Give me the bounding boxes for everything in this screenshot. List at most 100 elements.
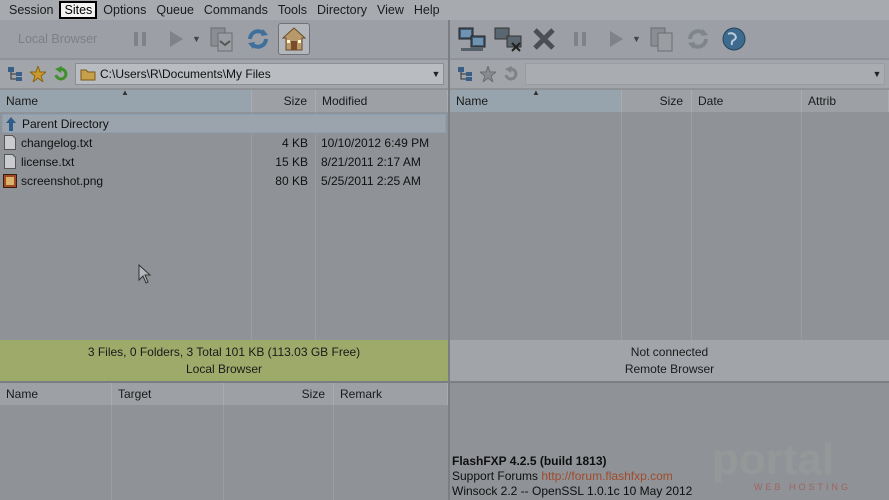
remote-status-bar: Not connected Remote Browser [450, 340, 889, 382]
local-path-input[interactable]: C:\Users\R\Documents\My Files ▼ [75, 63, 444, 85]
grid-line [621, 112, 622, 340]
menu-tools[interactable]: Tools [273, 1, 312, 19]
table-row[interactable]: screenshot.png 80 KB 5/25/2011 2:25 AM [2, 171, 446, 190]
disconnect-button[interactable] [492, 23, 524, 55]
menu-session[interactable]: Session [4, 1, 58, 19]
home-icon [281, 27, 307, 51]
table-row[interactable]: license.txt 15 KB 8/21/2011 2:17 AM [2, 152, 446, 171]
remote-status-summary: Not connected [630, 345, 709, 359]
remote-pause-button[interactable] [564, 23, 596, 55]
local-col-size[interactable]: Size [252, 90, 316, 112]
file-modified: 10/10/2012 6:49 PM [321, 135, 430, 150]
menu-options[interactable]: Options [98, 1, 151, 19]
remote-transfer-dropdown-icon[interactable]: ▼ [632, 34, 641, 44]
remote-file-list[interactable]: Name ▲ Size Date Attrib [450, 88, 889, 340]
tree-view-icon [458, 67, 472, 81]
menu-view[interactable]: View [372, 1, 409, 19]
grid-line [333, 405, 334, 500]
file-size: 4 KB [281, 135, 308, 150]
remote-tree-view-button[interactable] [456, 65, 474, 83]
local-browser-button[interactable]: Local Browser [6, 32, 124, 46]
remote-refresh-button[interactable] [682, 23, 714, 55]
queue-col-remark[interactable]: Remark [334, 383, 448, 405]
back-arrow-icon [504, 66, 518, 81]
menu-queue[interactable]: Queue [151, 1, 199, 19]
file-name: license.txt [21, 154, 75, 169]
refresh-icon [248, 29, 268, 49]
remote-favorites-button[interactable] [479, 65, 497, 83]
menu-help[interactable]: Help [409, 1, 445, 19]
grid-line [691, 112, 692, 340]
log-line-version: FlashFXP 4.2.5 (build 1813) [452, 454, 607, 468]
file-size: 80 KB [275, 173, 308, 188]
connect-computers-icon [458, 27, 486, 51]
remote-status-label: Remote Browser [624, 362, 715, 376]
connect-button[interactable] [456, 23, 488, 55]
file-modified: 5/25/2011 2:25 AM [321, 173, 421, 188]
folder-icon [80, 69, 96, 81]
play-icon [170, 31, 183, 47]
tree-view-icon [8, 67, 22, 81]
abort-button[interactable] [528, 23, 560, 55]
queue-col-name[interactable]: Name [0, 383, 112, 405]
sort-ascending-icon: ▲ [121, 88, 129, 97]
queue-list[interactable]: Name Target Size Remark [0, 383, 448, 500]
local-file-list[interactable]: Name ▲ Size Modified Parent Directory ch… [0, 88, 448, 340]
menu-directory[interactable]: Directory [312, 1, 372, 19]
refresh-button[interactable] [242, 23, 274, 55]
grid-line [801, 112, 802, 340]
menu-sites[interactable]: Sites [59, 1, 98, 19]
home-button[interactable] [278, 23, 310, 55]
pause-icon [574, 32, 586, 46]
remote-col-date[interactable]: Date [692, 90, 802, 112]
log-line-support: Support Forums http://forum.flashfxp.com [452, 469, 692, 484]
mouse-cursor-icon [138, 264, 152, 284]
compare-files-icon [210, 27, 233, 52]
watermark-tagline: WEB HOSTING [754, 482, 851, 492]
remote-path-input[interactable]: ▼ [525, 63, 885, 85]
grid-line [111, 405, 112, 500]
queue-col-target[interactable]: Target [112, 383, 224, 405]
globe-icon [722, 27, 746, 51]
table-row[interactable]: changelog.txt 4 KB 10/10/2012 6:49 PM [2, 133, 446, 152]
local-path-text: C:\Users\R\Documents\My Files [100, 67, 271, 81]
up-arrow-icon [3, 116, 19, 132]
file-modified: 8/21/2011 2:17 AM [321, 154, 421, 169]
transfer-button[interactable] [160, 23, 192, 55]
remote-compare-button[interactable] [646, 23, 678, 55]
image-file-icon [2, 173, 18, 189]
transfer-dropdown-icon[interactable]: ▼ [192, 34, 201, 44]
remote-path-dropdown-icon[interactable]: ▼ [870, 69, 884, 79]
remote-col-size[interactable]: Size [622, 90, 692, 112]
tree-view-button[interactable] [6, 65, 24, 83]
file-size: 15 KB [275, 154, 308, 169]
menu-commands[interactable]: Commands [199, 1, 273, 19]
text-file-icon [2, 154, 18, 170]
path-dropdown-icon[interactable]: ▼ [429, 69, 443, 79]
star-icon [30, 66, 46, 82]
local-path-bar: C:\Users\R\Documents\My Files ▼ [0, 60, 448, 88]
file-name: Parent Directory [22, 116, 109, 131]
queue-col-size[interactable]: Size [224, 383, 334, 405]
table-row-parent-directory[interactable]: Parent Directory [2, 114, 446, 133]
grid-line [223, 405, 224, 500]
portal-watermark-icon: portal WEB HOSTING [712, 435, 851, 492]
globe-button[interactable] [718, 23, 750, 55]
close-icon [533, 28, 555, 50]
local-status-summary: 3 Files, 0 Folders, 3 Total 101 KB (113.… [87, 345, 361, 359]
compare-button[interactable] [206, 23, 238, 55]
remote-transfer-button[interactable] [600, 23, 632, 55]
local-status-bar: 3 Files, 0 Folders, 3 Total 101 KB (113.… [0, 340, 448, 382]
remote-col-attrib[interactable]: Attrib [802, 90, 889, 112]
remote-toolbar: ▼ [450, 20, 889, 58]
play-icon [610, 31, 623, 47]
pause-button[interactable] [124, 23, 156, 55]
sort-ascending-icon: ▲ [532, 88, 540, 97]
compare-files-icon [650, 27, 673, 52]
disconnect-computers-icon [494, 27, 522, 52]
favorites-button[interactable] [29, 65, 47, 83]
support-forum-link[interactable]: http://forum.flashfxp.com [541, 469, 672, 483]
remote-go-up-button[interactable] [502, 65, 520, 83]
local-col-modified[interactable]: Modified [316, 90, 448, 112]
go-up-button[interactable] [52, 65, 70, 83]
